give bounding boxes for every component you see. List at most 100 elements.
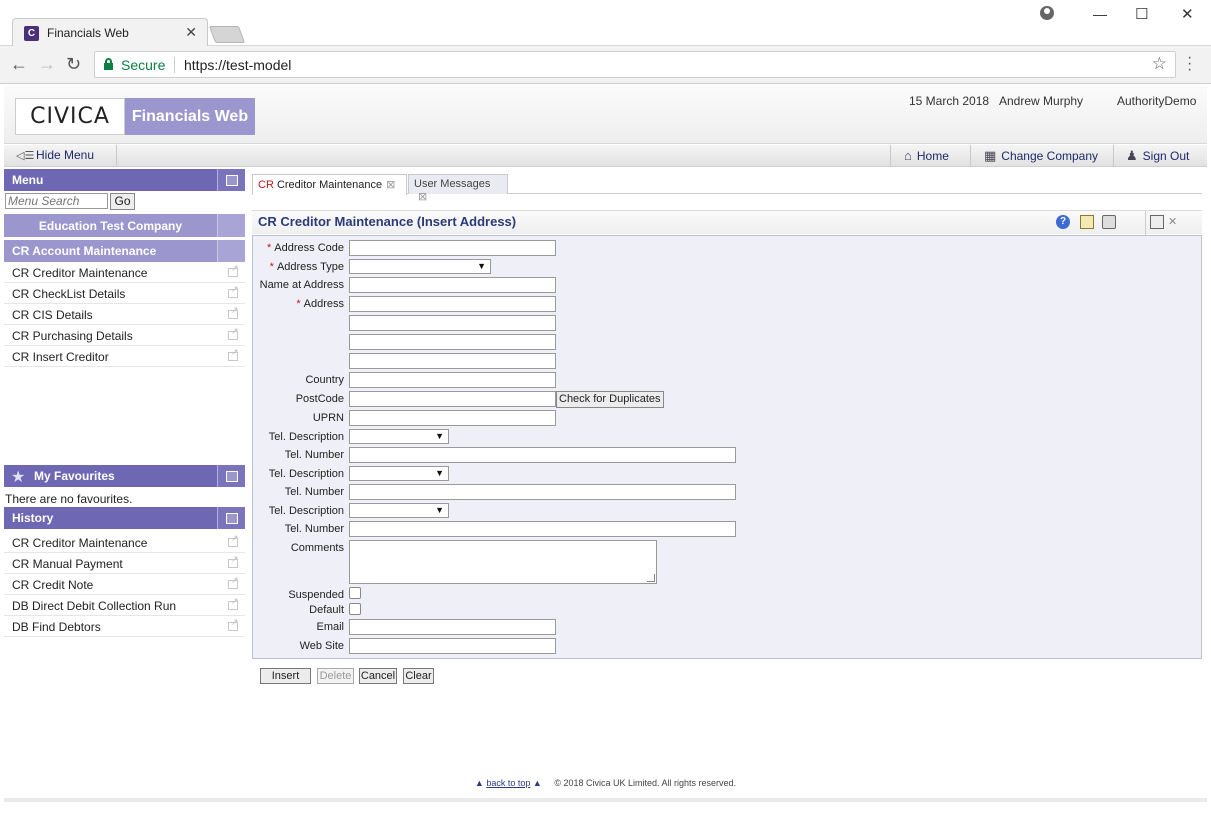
web-site-field[interactable] [349, 638, 556, 654]
menu-item[interactable]: CR Purchasing Details [4, 325, 245, 346]
name-at-address-field[interactable] [349, 277, 556, 293]
maximize-icon[interactable]: ☐ [1135, 5, 1148, 23]
change-company-button[interactable]: ▦ Change Company [984, 148, 1098, 164]
export-icon[interactable] [1080, 215, 1094, 229]
help-icon[interactable]: ? [1056, 215, 1070, 229]
history-item[interactable]: DB Find Debtors [4, 616, 245, 637]
go-button[interactable]: Go [110, 193, 135, 210]
browser-menu-icon[interactable]: · · · [1187, 50, 1192, 78]
menu-item[interactable]: CR CIS Details [4, 304, 245, 325]
open-new-icon[interactable] [228, 263, 239, 277]
address-line-1-field[interactable] [349, 296, 556, 312]
back-to-top-link[interactable]: back to top [486, 778, 530, 788]
check-duplicates-button[interactable]: Check for Duplicates [556, 391, 664, 408]
tel-number-field[interactable] [349, 484, 736, 500]
comments-textarea[interactable] [349, 540, 657, 584]
tel-description-select[interactable]: ▼ [349, 503, 449, 518]
clear-button[interactable]: Clear [403, 668, 434, 684]
insert-button[interactable]: Insert [260, 668, 311, 684]
menu-item-label: CR Purchasing Details [12, 329, 133, 343]
new-tab-button[interactable] [208, 26, 246, 43]
tab-user-messages[interactable]: User Messages⊠ [408, 174, 508, 203]
postcode-field[interactable] [349, 391, 556, 407]
address-code-field[interactable] [349, 240, 556, 256]
menu-item[interactable]: CR Creditor Maintenance [4, 262, 245, 283]
default-checkbox[interactable] [349, 603, 361, 615]
favourites-header[interactable]: ★ My Favourites [4, 465, 245, 487]
browser-tab[interactable]: C Financials Web ✕ [12, 18, 208, 47]
address-bar[interactable]: Secure https://test-model ☆ [94, 51, 1176, 78]
history-item[interactable]: CR Credit Note [4, 574, 245, 595]
address-line-3-field[interactable] [349, 334, 556, 350]
panel-window-icon[interactable] [217, 169, 245, 191]
open-new-icon[interactable] [228, 617, 239, 631]
cancel-button[interactable]: Cancel [359, 668, 397, 684]
open-new-icon[interactable] [228, 326, 239, 340]
company-window-icon[interactable] [217, 214, 245, 237]
required-mark: * [296, 298, 301, 310]
company-icon: ▦ [984, 148, 997, 163]
address-line-4-field[interactable] [349, 353, 556, 369]
section-collapse-icon[interactable] [217, 240, 245, 262]
open-new-icon[interactable] [228, 533, 239, 547]
browser-tab-strip: C Financials Web ✕ — ☐ ✕ [0, 0, 1211, 47]
address-line-2-field[interactable] [349, 315, 556, 331]
tel-description-select[interactable]: ▼ [349, 429, 449, 444]
history-item[interactable]: CR Creditor Maintenance [4, 532, 245, 553]
history-item[interactable]: DB Direct Debit Collection Run [4, 595, 245, 616]
sign-out-button[interactable]: ♟ Sign Out [1126, 148, 1189, 164]
back-arrow-icon[interactable]: ← [10, 54, 28, 75]
required-mark: * [269, 261, 274, 273]
email-field[interactable] [349, 619, 556, 635]
uprn-field[interactable] [349, 410, 556, 426]
tel-number-label: Tel. Number [284, 449, 344, 461]
section-header[interactable]: CR Account Maintenance [4, 240, 245, 262]
open-new-icon[interactable] [228, 596, 239, 610]
menu-item[interactable]: CR CheckList Details [4, 283, 245, 304]
hide-menu-button[interactable]: ◁☰ Hide Menu [16, 148, 94, 162]
section-title: CR Account Maintenance [12, 244, 157, 258]
forward-arrow-icon[interactable]: → [38, 54, 56, 75]
toolbar-divider [1113, 145, 1114, 167]
tel-description-select[interactable]: ▼ [349, 466, 449, 481]
window-close-icon[interactable]: ✕ [1181, 5, 1194, 23]
minimize-icon[interactable]: — [1093, 6, 1107, 22]
window-icon[interactable] [1150, 215, 1164, 229]
open-new-icon[interactable] [228, 575, 239, 589]
menu-item[interactable]: CR Insert Creditor [4, 346, 245, 367]
lock-icon [104, 58, 113, 70]
home-button[interactable]: ⌂ Home [904, 148, 949, 163]
history-item[interactable]: CR Manual Payment [4, 553, 245, 574]
menu-search-input[interactable] [5, 193, 108, 209]
country-field[interactable] [349, 372, 556, 388]
menu-item-label: CR Insert Creditor [12, 350, 109, 364]
tel-number-field[interactable] [349, 521, 736, 537]
suspended-checkbox[interactable] [349, 587, 361, 599]
delete-button[interactable]: Delete [317, 668, 354, 684]
tab-close-icon[interactable]: ✕ [185, 24, 197, 41]
open-new-icon[interactable] [228, 554, 239, 568]
favourites-star-icon: ★ [11, 469, 26, 486]
open-new-icon[interactable] [228, 347, 239, 361]
profile-icon[interactable] [1040, 6, 1054, 20]
company-header[interactable]: Education Test Company [4, 214, 245, 237]
hide-menu-icon: ◁☰ [16, 150, 35, 162]
tel-number-field[interactable] [349, 447, 736, 463]
url-text[interactable]: https://test-model [184, 57, 291, 73]
tab-creditor-maintenance[interactable]: CR Creditor Maintenance ⊠ [252, 174, 407, 195]
address-type-select[interactable]: ▼ [349, 259, 491, 274]
open-new-icon[interactable] [228, 284, 239, 298]
chevron-down-icon: ▼ [435, 505, 444, 515]
tab-close-icon[interactable]: ⊠ [418, 190, 427, 203]
tab-close-icon[interactable]: ⊠ [386, 178, 395, 191]
tab-title: Financials Web [47, 26, 129, 40]
print-icon[interactable] [1102, 215, 1116, 229]
history-window-icon[interactable] [217, 507, 245, 529]
history-header[interactable]: History [4, 507, 245, 529]
favourites-window-icon[interactable] [217, 465, 245, 487]
open-new-icon[interactable] [228, 305, 239, 319]
star-icon[interactable]: ☆ [1152, 54, 1167, 74]
hide-menu-label: Hide Menu [36, 148, 95, 162]
reload-icon[interactable]: ↻ [66, 54, 81, 75]
close-icon[interactable]: ✕ [1168, 215, 1182, 229]
